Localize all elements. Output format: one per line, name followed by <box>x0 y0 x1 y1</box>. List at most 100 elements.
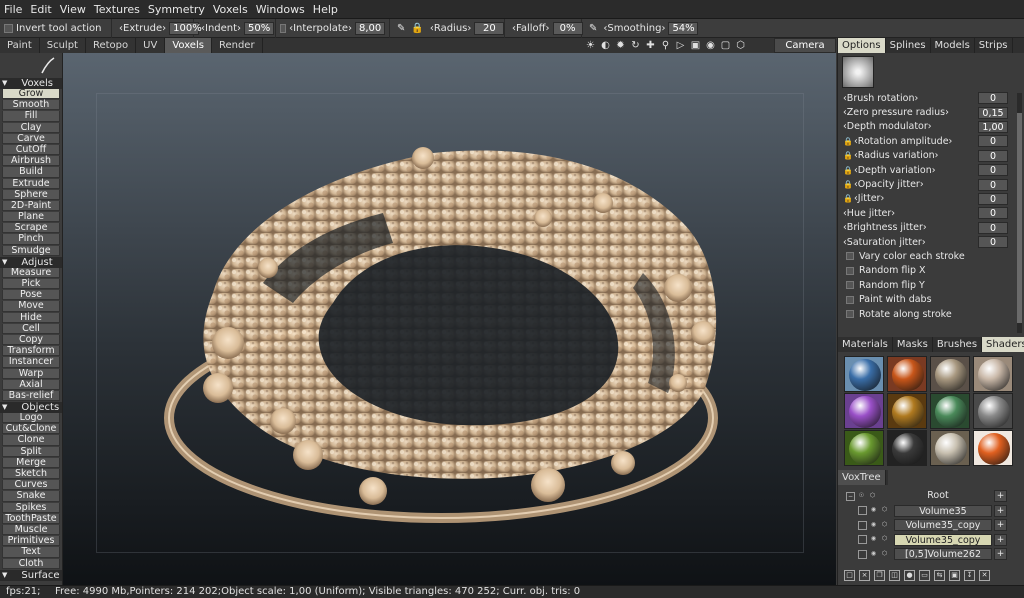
checkbox[interactable] <box>858 506 867 516</box>
light-icon[interactable]: ✹ <box>615 40 626 51</box>
tool-extrude[interactable]: Extrude <box>2 178 60 189</box>
lock-icon[interactable]: 🔒 <box>843 165 853 176</box>
tab-sculpt[interactable]: Sculpt <box>40 38 86 53</box>
voxtree-volume-row[interactable]: ◉ ⬡ Volume35 + <box>838 504 1024 519</box>
tool-instancer[interactable]: Instancer <box>2 357 60 368</box>
shader-swatch[interactable] <box>930 430 970 466</box>
tool-merge[interactable]: Merge <box>2 457 60 468</box>
tool-warp[interactable]: Warp <box>2 368 60 379</box>
tool-pinch[interactable]: Pinch <box>2 234 60 245</box>
indent-field[interactable]: 50% <box>244 21 275 35</box>
tab-options[interactable]: Options <box>838 38 886 53</box>
contrast-icon[interactable]: ◐ <box>600 40 611 51</box>
shader-swatch[interactable] <box>973 393 1013 429</box>
expand-triangle-icon[interactable]: ▼ <box>2 257 7 268</box>
add-layer-button[interactable]: + <box>994 533 1007 546</box>
checkbox-row[interactable]: Vary color each stroke <box>838 249 1024 263</box>
option-value-field[interactable]: 0 <box>978 178 1008 191</box>
checkbox[interactable] <box>846 252 854 261</box>
tab-masks[interactable]: Masks <box>893 337 933 352</box>
tab-retopo[interactable]: Retopo <box>86 38 137 53</box>
option-value-field[interactable]: 0 <box>978 149 1008 162</box>
tool-move[interactable]: Move <box>2 301 60 312</box>
record-icon[interactable]: ◉ <box>705 40 716 51</box>
shader-swatch[interactable] <box>930 356 970 392</box>
visibility-icon[interactable]: ◉ <box>869 535 878 544</box>
interpolate-checkbox[interactable] <box>280 23 287 33</box>
menu-view[interactable]: View <box>56 0 90 19</box>
visibility-icon[interactable]: ☉ <box>857 492 866 501</box>
smoothing-field[interactable]: 54% <box>668 21 699 35</box>
volume-name[interactable]: Volume35_copy <box>894 533 992 546</box>
tab-materials[interactable]: Materials <box>838 337 893 352</box>
smoothing-pen-icon[interactable]: ✎ <box>589 23 597 34</box>
invert-tool-checkbox[interactable] <box>4 23 13 33</box>
tool-muscle[interactable]: Muscle <box>2 524 60 536</box>
export-icon[interactable]: ↧ <box>964 570 975 581</box>
tab-strips[interactable]: Strips <box>975 38 1013 53</box>
delete-icon[interactable]: ⨯ <box>859 570 870 581</box>
falloff-field[interactable]: 0% <box>552 21 583 35</box>
expand-triangle-icon[interactable]: ▼ <box>2 570 7 581</box>
tab-models[interactable]: Models <box>931 38 975 53</box>
checkbox[interactable] <box>858 520 867 530</box>
cube-op-icon[interactable]: ▣ <box>949 570 960 581</box>
add-layer-button[interactable]: + <box>994 490 1007 503</box>
brush-alpha-preview[interactable] <box>842 56 874 88</box>
options-scrollbar-thumb[interactable] <box>1017 113 1022 323</box>
move-icon[interactable]: ✚ <box>645 40 656 51</box>
menu-edit[interactable]: Edit <box>26 0 55 19</box>
zoom-icon[interactable]: ⚲ <box>660 40 671 51</box>
cube-icon[interactable]: ⬡ <box>735 40 746 51</box>
option-value-field[interactable]: 1,00 <box>978 120 1008 133</box>
square-icon[interactable]: ▣ <box>690 40 701 51</box>
new-layer-icon[interactable]: □ <box>844 570 855 581</box>
tool-clone[interactable]: Clone <box>2 435 60 446</box>
visibility-icon[interactable]: ◉ <box>869 521 878 530</box>
tool-axial[interactable]: Axial <box>2 379 60 390</box>
add-layer-button[interactable]: + <box>994 548 1007 561</box>
tab-brushes[interactable]: Brushes <box>933 337 983 352</box>
rotate-icon[interactable]: ↻ <box>630 40 641 51</box>
volume-name[interactable]: [0,5]Volume262 <box>894 548 992 561</box>
shader-swatch[interactable] <box>887 393 927 429</box>
tab-splines[interactable]: Splines <box>886 38 931 53</box>
voxtree-root-label[interactable]: Root <box>878 490 998 502</box>
menu-voxels[interactable]: Voxels <box>209 0 252 19</box>
3d-viewport[interactable] <box>63 53 836 585</box>
checkbox[interactable] <box>858 549 867 559</box>
option-value-field[interactable]: 0 <box>978 92 1008 105</box>
tool-text[interactable]: Text <box>2 547 60 558</box>
options-scrollbar[interactable] <box>1017 93 1022 333</box>
checkbox[interactable] <box>858 535 867 545</box>
tool-primitives[interactable]: Primitives <box>2 536 60 547</box>
tool-transform[interactable]: Transform <box>2 346 60 357</box>
tab-voxels[interactable]: Voxels <box>165 38 212 53</box>
merge-icon[interactable]: ▭ <box>919 570 930 581</box>
lock-icon[interactable]: 🔒 <box>843 150 853 161</box>
shader-swatch[interactable] <box>887 356 927 392</box>
menu-textures[interactable]: Textures <box>90 0 144 19</box>
tool-plane[interactable]: Plane <box>2 211 60 223</box>
tool-cloth[interactable]: Cloth <box>2 558 60 569</box>
shader-swatch[interactable] <box>887 430 927 466</box>
sphere-icon[interactable]: ● <box>904 570 915 581</box>
tool-build[interactable]: Build <box>2 167 60 178</box>
play-icon[interactable]: ▷ <box>675 40 686 51</box>
tool-copy[interactable]: Copy <box>2 334 60 346</box>
tool-snake[interactable]: Snake <box>2 491 60 502</box>
expand-triangle-icon[interactable]: ▼ <box>2 402 7 413</box>
option-value-field[interactable]: 0,15 <box>978 106 1008 119</box>
shader-swatch[interactable] <box>973 356 1013 392</box>
option-value-field[interactable]: 0 <box>978 207 1008 220</box>
tool-cutoff[interactable]: CutOff <box>2 144 60 156</box>
voxtree-volume-row[interactable]: ◉ ⬡ Volume35_copy + <box>838 533 1024 548</box>
tool-smooth[interactable]: Smooth <box>2 100 60 111</box>
tool-scrape[interactable]: Scrape <box>2 223 60 234</box>
shader-swatch[interactable] <box>973 430 1013 466</box>
tab-voxtree[interactable]: VoxTree <box>838 470 886 485</box>
option-value-field[interactable]: 0 <box>978 221 1008 234</box>
copy-icon[interactable]: ❐ <box>874 570 885 581</box>
interpolate-field[interactable]: 8,00 <box>355 21 385 35</box>
tool-smudge[interactable]: Smudge <box>2 245 60 256</box>
